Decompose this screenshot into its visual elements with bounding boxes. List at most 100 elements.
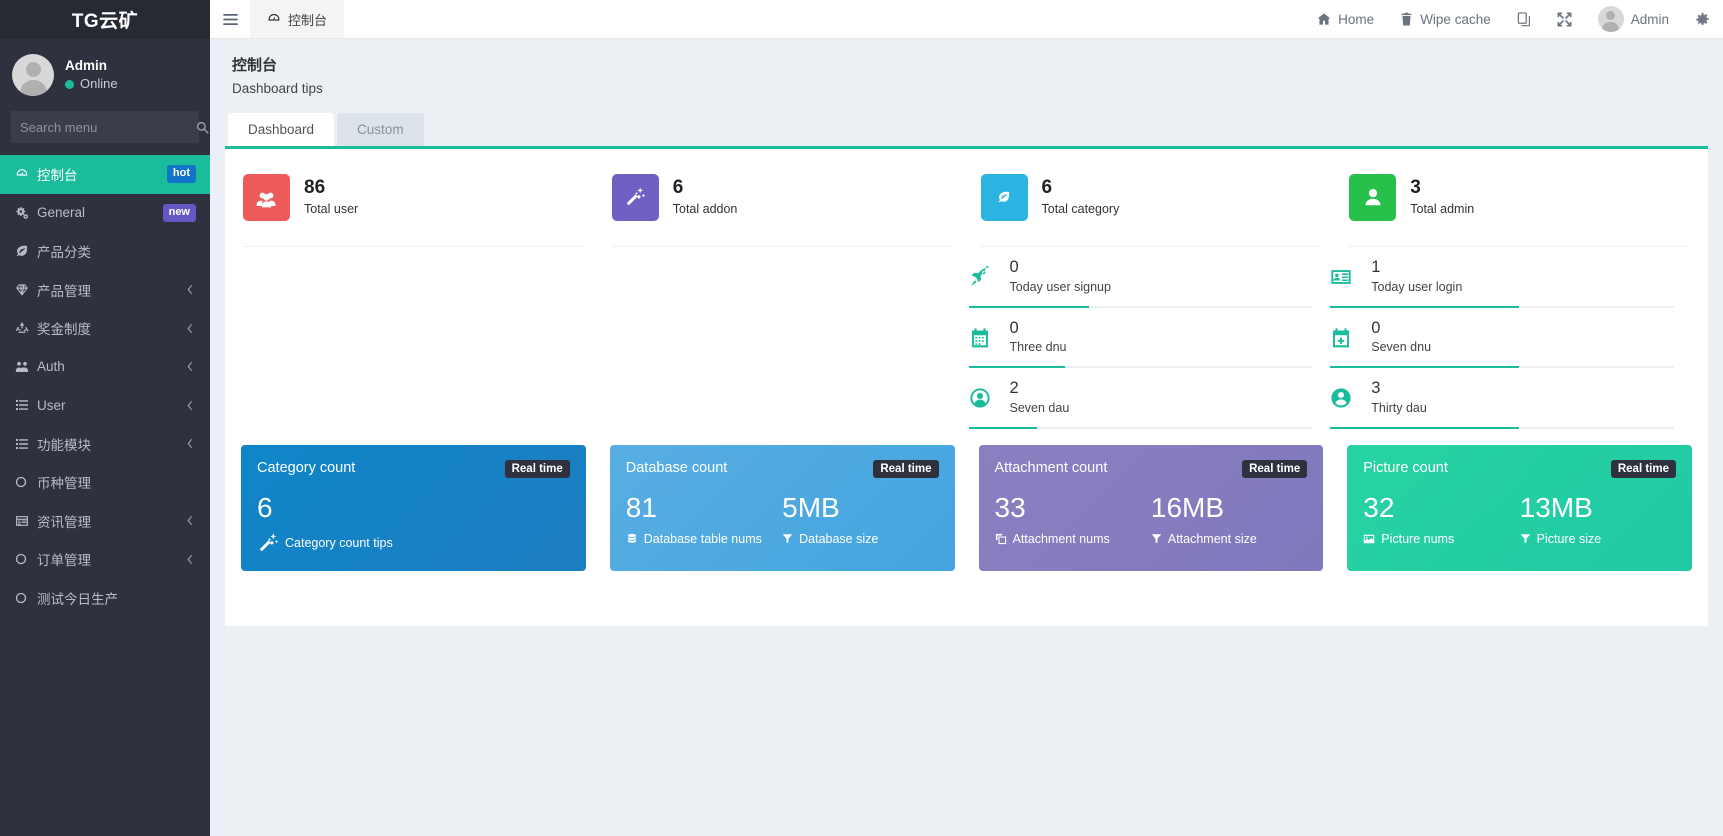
page-header: 控制台 Dashboard tips — [210, 39, 1723, 99]
search-input[interactable] — [20, 119, 196, 135]
stat-value: 6 — [1041, 176, 1053, 198]
user-metric-label: Seven dnu — [1371, 340, 1432, 355]
sidebar-item-0[interactable]: 控制台 hot — [0, 155, 210, 194]
fullscreen-icon — [1557, 12, 1572, 27]
diamond-icon — [15, 283, 37, 297]
nav-link-home-label: Home — [1338, 11, 1375, 27]
stat-value: 6 — [672, 176, 684, 198]
sidebar-user-panel: Admin Online — [0, 39, 210, 111]
users-gear-icon — [15, 360, 37, 374]
sidebar-item-label: General — [37, 205, 86, 221]
stat-card-2: 6 Total category — [967, 149, 1336, 248]
count-card-body[interactable]: Picture count Real time 32 Picture nums … — [1347, 444, 1692, 571]
count-card-caption: Category count tips — [285, 535, 393, 550]
count-card-body[interactable]: Category count Real time 6 Category coun… — [241, 444, 586, 571]
count-card-body[interactable]: Database count Real time 81 Database tab… — [609, 444, 955, 571]
stat-card-inner: 6 Total addon — [611, 165, 953, 248]
page-title: 控制台 — [232, 57, 278, 74]
id-card-icon — [1330, 266, 1360, 288]
nav-user-menu[interactable]: Admin — [1585, 0, 1682, 38]
count-card-metrics: 81 Database table nums 5MB Database size — [626, 491, 939, 546]
count-card-title: Database count — [625, 459, 728, 476]
count-card-3: Picture count Real time 32 Picture nums … — [1335, 444, 1704, 571]
count-card-metric: 33 Attachment nums — [995, 492, 1151, 546]
nav-tab-dashboard[interactable]: 控制台 — [250, 0, 345, 38]
count-card-value: 5MB — [782, 491, 840, 523]
sidebar-item-label: 功能模块 — [37, 437, 91, 453]
sidebar-item-8[interactable]: 币种管理 — [0, 463, 210, 502]
sidebar-item-5[interactable]: Auth — [0, 348, 210, 387]
nav-avatar — [1597, 6, 1624, 32]
nav-link-home[interactable]: Home — [1304, 0, 1387, 38]
sidebar-item-10[interactable]: 订单管理 — [0, 540, 210, 579]
brand-logo[interactable]: TG云矿 — [0, 0, 210, 39]
user-metrics-spacer — [229, 247, 953, 429]
count-card-header: Picture count Real time — [1363, 459, 1676, 478]
sidebar-user-name: Admin — [65, 57, 107, 73]
count-card-metrics: 33 Attachment nums 16MB Attachment size — [995, 492, 1308, 546]
stat-label: Total addon — [672, 201, 738, 216]
chevron-left-icon — [185, 515, 196, 526]
nav-link-copy[interactable] — [1504, 0, 1544, 38]
search-box[interactable] — [11, 111, 209, 143]
sidebar-item-4[interactable]: 奖金制度 — [0, 309, 210, 348]
sidebar-item-label: User — [37, 397, 66, 413]
nav-link-wipe-cache[interactable]: Wipe cache — [1387, 0, 1504, 38]
stat-value: 86 — [304, 176, 326, 198]
app-root: TG云矿 Admin Online 控制台hotGener — [0, 0, 1723, 836]
sidebar-item-9[interactable]: 资讯管理 — [0, 502, 210, 541]
chevron-left-icon — [185, 400, 196, 411]
circle-icon — [15, 592, 37, 604]
sidebar-item-11[interactable]: 测试今日生产 — [0, 579, 210, 618]
count-card-caption: Attachment size — [1167, 531, 1257, 546]
user-metric-progress — [1330, 426, 1674, 429]
sidebar-user-status-label: Online — [80, 76, 118, 92]
page-content: 控制台 Dashboard tips Dashboard Custom 86 To… — [210, 39, 1723, 836]
count-card-caption: Attachment nums — [1012, 531, 1110, 546]
user-metric-inner: 1 Today user login — [1330, 258, 1674, 306]
leaf-icon — [15, 244, 37, 258]
count-card-metrics: 32 Picture nums 13MB Picture size — [1363, 492, 1676, 546]
nav-link-fullscreen[interactable] — [1544, 0, 1585, 38]
sidebar-user-status: Online — [65, 75, 118, 94]
tab-custom[interactable]: Custom — [337, 113, 424, 147]
magic-icon — [611, 173, 659, 221]
sidebar-item-7[interactable]: 功能模块 — [0, 425, 210, 464]
stat-card-inner: 86 Total user — [243, 165, 584, 248]
stat-card-3: 3 Total admin — [1335, 149, 1704, 248]
stat-value: 3 — [1410, 176, 1421, 198]
tab-dashboard[interactable]: Dashboard — [228, 113, 335, 147]
user-metric-0: 0 Today user signup — [967, 247, 1329, 308]
stat-card-inner: 3 Total admin — [1349, 165, 1690, 248]
user-metric-label: Today user login — [1371, 279, 1463, 294]
sidebar-item-2[interactable]: 产品分类 — [0, 232, 210, 271]
search-icon[interactable] — [196, 121, 209, 134]
user-metric-label: Seven dau — [1009, 400, 1070, 415]
filter-icon — [1151, 533, 1162, 544]
sidebar-item-6[interactable]: User — [0, 386, 210, 425]
realtime-badge: Real time — [1242, 459, 1308, 478]
count-card-metric: 32 Picture nums — [1363, 492, 1519, 546]
sidebar-item-badge: hot — [166, 165, 196, 184]
count-card-2: Attachment count Real time 33 Attachment… — [967, 444, 1336, 571]
sidebar-item-1[interactable]: General new — [0, 194, 210, 233]
nav-settings[interactable] — [1682, 0, 1723, 38]
user-metric-label: Thirty dau — [1371, 400, 1427, 415]
sidebar-item-label: 产品管理 — [37, 283, 91, 299]
summary-stats-row: 86 Total user 6 Total addon 6 Total cate… — [225, 149, 1708, 248]
filter-icon — [1520, 533, 1531, 544]
hamburger-icon[interactable] — [210, 0, 250, 38]
dashboard-panel-wrap: Dashboard Custom 86 Total user 6 Total ad… — [225, 113, 1708, 627]
chevron-left-icon — [185, 438, 196, 449]
copy-icon — [1517, 11, 1531, 27]
count-card-metrics: 6 Category count tips — [257, 492, 570, 554]
count-card-body[interactable]: Attachment count Real time 33 Attachment… — [978, 444, 1324, 571]
stat-card-0: 86 Total user — [229, 149, 598, 248]
nav-user-label: Admin — [1630, 11, 1669, 27]
filter-icon — [782, 533, 793, 544]
count-card-metric: 5MB Database size — [782, 491, 938, 546]
sidebar-item-label: 资讯管理 — [37, 514, 91, 530]
sidebar-item-3[interactable]: 产品管理 — [0, 271, 210, 310]
sidebar-item-label: 控制台 — [37, 168, 78, 184]
stat-label: Total category — [1041, 201, 1120, 216]
